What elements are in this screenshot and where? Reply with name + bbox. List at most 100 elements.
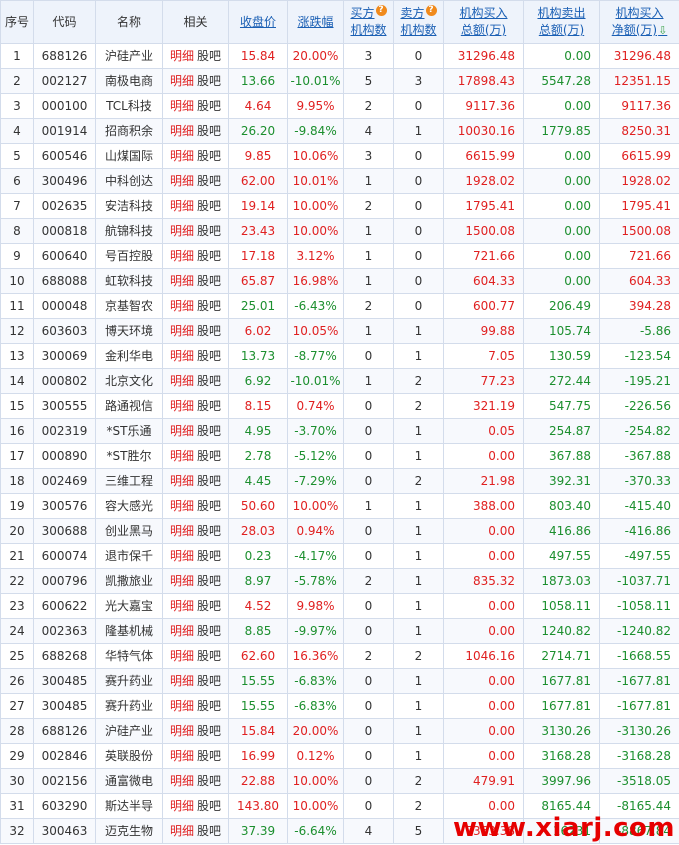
detail-link[interactable]: 明细	[170, 174, 194, 188]
detail-link[interactable]: 明细	[170, 649, 194, 663]
stock-name-link[interactable]: 号百控股	[95, 243, 163, 269]
forum-link[interactable]: 股吧	[197, 449, 221, 463]
col-header-seller-count[interactable]: 卖方? 机构数	[393, 0, 444, 44]
forum-link[interactable]: 股吧	[197, 249, 221, 263]
table-row[interactable]: 22 000796 凯撒旅业 明细 股吧 8.97 -5.78% 2 1 835.32 1873.0…	[0, 568, 679, 594]
table-row[interactable]: 1 688126 沪硅产业 明细 股吧 15.84 20.00% 3 0 31296.48 0.00…	[0, 43, 679, 69]
forum-link[interactable]: 股吧	[197, 624, 221, 638]
forum-link[interactable]: 股吧	[197, 349, 221, 363]
detail-link[interactable]: 明细	[170, 74, 194, 88]
stock-name-link[interactable]: 路通视信	[95, 393, 163, 419]
table-row[interactable]: 7 002635 安洁科技 明细 股吧 19.14 10.00% 2 0 1795.41 0.00 1…	[0, 193, 679, 219]
stock-name-link[interactable]: 退市保千	[95, 543, 163, 569]
forum-link[interactable]: 股吧	[197, 424, 221, 438]
stock-name-link[interactable]: 光大嘉宝	[95, 593, 163, 619]
table-row[interactable]: 23 600622 光大嘉宝 明细 股吧 4.52 9.98% 0 1 0.00 1058.11 -1…	[0, 593, 679, 619]
table-row[interactable]: 9 600640 号百控股 明细 股吧 17.18 3.12% 1 0 721.66 0.00 721…	[0, 243, 679, 269]
detail-link[interactable]: 明细	[170, 799, 194, 813]
forum-link[interactable]: 股吧	[197, 199, 221, 213]
forum-link[interactable]: 股吧	[197, 724, 221, 738]
stock-name-link[interactable]: 沪硅产业	[95, 718, 163, 744]
forum-link[interactable]: 股吧	[197, 699, 221, 713]
forum-link[interactable]: 股吧	[197, 599, 221, 613]
detail-link[interactable]: 明细	[170, 474, 194, 488]
detail-link[interactable]: 明细	[170, 449, 194, 463]
detail-link[interactable]: 明细	[170, 199, 194, 213]
stock-name-link[interactable]: 南极电商	[95, 68, 163, 94]
table-row[interactable]: 20 300688 创业黑马 明细 股吧 28.03 0.94% 0 1 0.00 416.86 -4…	[0, 518, 679, 544]
stock-name-link[interactable]: 隆基机械	[95, 618, 163, 644]
stock-name-link[interactable]: 北京文化	[95, 368, 163, 394]
forum-link[interactable]: 股吧	[197, 274, 221, 288]
table-row[interactable]: 14 000802 北京文化 明细 股吧 6.92 -10.01% 1 2 77.23 272.44…	[0, 368, 679, 394]
forum-link[interactable]: 股吧	[197, 299, 221, 313]
table-row[interactable]: 5 600546 山煤国际 明细 股吧 9.85 10.06% 3 0 6615.99 0.00 66…	[0, 143, 679, 169]
table-row[interactable]: 31 603290 斯达半导 明细 股吧 143.80 10.00% 0 2 0.00 8165.4…	[0, 793, 679, 819]
stock-name-link[interactable]: *ST胜尔	[95, 443, 163, 469]
detail-link[interactable]: 明细	[170, 674, 194, 688]
table-row[interactable]: 3 000100 TCL科技 明细 股吧 4.64 9.95% 2 0 9117.36 0.00 91…	[0, 93, 679, 119]
table-row[interactable]: 12 603603 博天环境 明细 股吧 6.02 10.05% 1 1 99.88 105.74-…	[0, 318, 679, 344]
stock-name-link[interactable]: 通富微电	[95, 768, 163, 794]
help-icon[interactable]: ?	[375, 5, 387, 16]
forum-link[interactable]: 股吧	[197, 74, 221, 88]
col-header-buy-total[interactable]: 机构买入 总额(万)	[443, 0, 524, 44]
detail-link[interactable]: 明细	[170, 124, 194, 138]
detail-link[interactable]: 明细	[170, 224, 194, 238]
help-icon[interactable]: ?	[425, 5, 437, 16]
table-row[interactable]: 19 300576 容大感光 明细 股吧 50.60 10.00% 1 1 388.00 803.4…	[0, 493, 679, 519]
table-row[interactable]: 13 300069 金利华电 明细 股吧 13.73 -8.77% 0 1 7.05 130.59-…	[0, 343, 679, 369]
detail-link[interactable]: 明细	[170, 724, 194, 738]
detail-link[interactable]: 明细	[170, 49, 194, 63]
forum-link[interactable]: 股吧	[197, 324, 221, 338]
forum-link[interactable]: 股吧	[197, 49, 221, 63]
forum-link[interactable]: 股吧	[197, 549, 221, 563]
stock-name-link[interactable]: 中科创达	[95, 168, 163, 194]
forum-link[interactable]: 股吧	[197, 374, 221, 388]
detail-link[interactable]: 明细	[170, 499, 194, 513]
forum-link[interactable]: 股吧	[197, 524, 221, 538]
col-header-buyer-count[interactable]: 买方? 机构数	[343, 0, 394, 44]
stock-name-link[interactable]: TCL科技	[95, 93, 163, 119]
forum-link[interactable]: 股吧	[197, 499, 221, 513]
detail-link[interactable]: 明细	[170, 299, 194, 313]
forum-link[interactable]: 股吧	[197, 774, 221, 788]
stock-name-link[interactable]: 华特气体	[95, 643, 163, 669]
forum-link[interactable]: 股吧	[197, 474, 221, 488]
detail-link[interactable]: 明细	[170, 624, 194, 638]
stock-name-link[interactable]: 安洁科技	[95, 193, 163, 219]
col-header-close-price[interactable]: 收盘价	[228, 0, 288, 44]
detail-link[interactable]: 明细	[170, 574, 194, 588]
stock-name-link[interactable]: 迈克生物	[95, 818, 163, 844]
forum-link[interactable]: 股吧	[197, 399, 221, 413]
table-row[interactable]: 11 000048 京基智农 明细 股吧 25.01 -6.43% 2 0 600.77 206.4…	[0, 293, 679, 319]
table-row[interactable]: 8 000818 航锦科技 明细 股吧 23.43 10.00% 1 0 1500.08 0.00 1…	[0, 218, 679, 244]
col-header-sell-total[interactable]: 机构卖出 总额(万)	[523, 0, 600, 44]
forum-link[interactable]: 股吧	[197, 674, 221, 688]
detail-link[interactable]: 明细	[170, 599, 194, 613]
table-row[interactable]: 21 600074 退市保千 明细 股吧 0.23 -4.17% 0 1 0.00 497.55 -4…	[0, 543, 679, 569]
col-header-change-pct[interactable]: 涨跌幅	[287, 0, 344, 44]
table-row[interactable]: 10 688088 虹软科技 明细 股吧 65.87 16.98% 1 0 604.33 0.00 6…	[0, 268, 679, 294]
table-row[interactable]: 2 002127 南极电商 明细 股吧 13.66 -10.01% 5 3 17898.43 554…	[0, 68, 679, 94]
table-row[interactable]: 26 300485 赛升药业 明细 股吧 15.55 -6.83% 0 1 0.00 1677.81…	[0, 668, 679, 694]
forum-link[interactable]: 股吧	[197, 574, 221, 588]
table-row[interactable]: 4 001914 招商积余 明细 股吧 26.20 -9.84% 4 1 10030.16 1779…	[0, 118, 679, 144]
table-row[interactable]: 27 300485 赛升药业 明细 股吧 15.55 -6.83% 0 1 0.00 1677.81…	[0, 693, 679, 719]
stock-name-link[interactable]: 虹软科技	[95, 268, 163, 294]
stock-name-link[interactable]: 三维工程	[95, 468, 163, 494]
sort-desc-icon[interactable]: ⇩	[658, 24, 667, 37]
table-row[interactable]: 17 000890 *ST胜尔 明细 股吧 2.78 -5.12% 0 1 0.00 367.88-…	[0, 443, 679, 469]
detail-link[interactable]: 明细	[170, 774, 194, 788]
stock-name-link[interactable]: 英联股份	[95, 743, 163, 769]
stock-name-link[interactable]: 凯撒旅业	[95, 568, 163, 594]
table-row[interactable]: 24 002363 隆基机械 明细 股吧 8.85 -9.97% 0 1 0.00 1240.82-…	[0, 618, 679, 644]
table-row[interactable]: 28 688126 沪硅产业 明细 股吧 15.84 20.00% 0 1 0.00 3130.26…	[0, 718, 679, 744]
forum-link[interactable]: 股吧	[197, 824, 221, 838]
detail-link[interactable]: 明细	[170, 549, 194, 563]
stock-name-link[interactable]: 赛升药业	[95, 668, 163, 694]
forum-link[interactable]: 股吧	[197, 649, 221, 663]
table-row[interactable]: 30 002156 通富微电 明细 股吧 22.88 10.00% 0 2 479.91 3997.…	[0, 768, 679, 794]
detail-link[interactable]: 明细	[170, 274, 194, 288]
stock-name-link[interactable]: 创业黑马	[95, 518, 163, 544]
